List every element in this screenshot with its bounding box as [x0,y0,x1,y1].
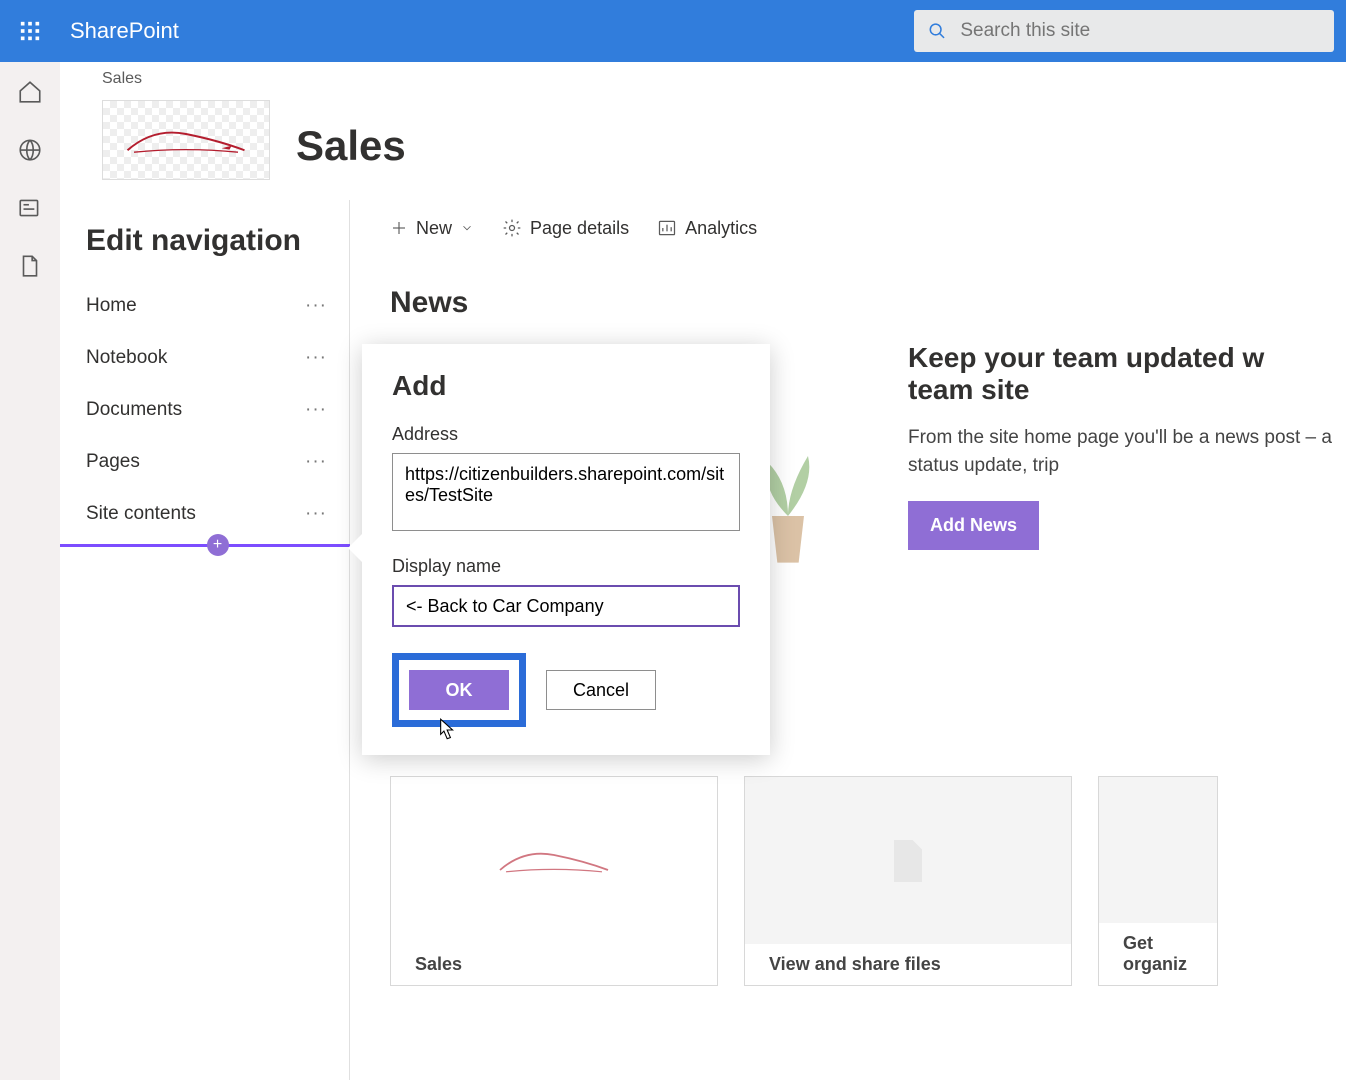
more-icon[interactable]: ··· [305,451,327,473]
suite-header: SharePoint [0,0,1346,62]
nav-item-notebook[interactable]: Notebook ··· [86,332,349,384]
cancel-button[interactable]: Cancel [546,670,656,710]
dialog-caret-icon [348,534,362,562]
file-icon[interactable] [16,252,44,280]
plus-icon [390,219,408,237]
insert-divider[interactable]: + [60,544,375,547]
site-logo[interactable] [102,100,270,180]
car-logo-icon [121,121,251,160]
analytics-label: Analytics [685,218,757,239]
card-label: Get organiz [1099,923,1217,985]
card-thumb [745,777,1071,944]
edit-navigation-title: Edit navigation [86,224,349,258]
quick-links-cards: Sales View and share files Get organiz [390,776,1218,986]
gear-icon [502,218,522,238]
nav-item-label: Pages [86,451,140,473]
chevron-down-icon [460,221,474,235]
nav-item-pages[interactable]: Pages ··· [86,436,349,488]
new-label: New [416,218,452,239]
nav-item-site-contents[interactable]: Site contents ··· [86,488,349,540]
page-content: News Keep your team updated wteam site F… [350,256,1346,350]
page-details-label: Page details [530,218,629,239]
breadcrumb[interactable]: Sales [102,70,142,88]
document-icon [880,833,936,889]
display-name-input[interactable] [392,585,740,627]
ok-highlight-box: OK [392,653,526,727]
ok-button[interactable]: OK [409,670,509,710]
app-rail [0,62,60,1080]
analytics-button[interactable]: Analytics [657,218,757,239]
news-promo-title: Keep your team updated wteam site [908,342,1346,406]
add-news-button[interactable]: Add News [908,501,1039,550]
add-nav-item-icon[interactable]: + [207,534,229,556]
site-title: Sales [296,122,406,170]
search-input[interactable] [960,20,1320,42]
edit-navigation-panel: Edit navigation Home ··· Notebook ··· Docu… [60,200,350,1080]
address-input[interactable] [392,453,740,531]
search-box[interactable] [914,10,1334,52]
new-button[interactable]: New [390,218,474,239]
display-name-label: Display name [392,556,740,577]
site-header: Sales Sales [60,62,1346,200]
card-thumb [1099,777,1217,923]
nav-item-label: Home [86,295,137,317]
card-label: Sales [391,944,717,985]
globe-icon[interactable] [16,136,44,164]
card-thumb [391,777,717,944]
analytics-icon [657,218,677,238]
address-label: Address [392,424,740,445]
news-heading: News [390,286,1306,320]
command-bar: New Page details Analytics [350,200,1346,256]
nav-item-label: Documents [86,399,182,421]
app-launcher-icon[interactable] [12,13,48,49]
add-link-dialog: Add Address Display name OK Cancel [362,344,770,755]
more-icon[interactable]: ··· [305,347,327,369]
search-icon [928,21,946,41]
card-view-share-files[interactable]: View and share files [744,776,1072,986]
news-promo: Keep your team updated wteam site From t… [908,342,1346,550]
dialog-title: Add [392,370,740,402]
more-icon[interactable]: ··· [305,503,327,525]
nav-item-label: Site contents [86,503,196,525]
news-icon[interactable] [16,194,44,222]
card-sales[interactable]: Sales [390,776,718,986]
nav-item-home[interactable]: Home ··· [86,280,349,332]
app-name[interactable]: SharePoint [70,18,179,44]
dialog-buttons: OK Cancel [392,653,740,727]
car-logo-icon [494,841,614,881]
nav-item-label: Notebook [86,347,167,369]
more-icon[interactable]: ··· [305,295,327,317]
search-container [914,10,1334,52]
page-details-button[interactable]: Page details [502,218,629,239]
news-promo-body: From the site home page you'll be a news… [908,424,1346,479]
home-icon[interactable] [16,78,44,106]
more-icon[interactable]: ··· [305,399,327,421]
nav-item-documents[interactable]: Documents ··· [86,384,349,436]
card-get-organized[interactable]: Get organiz [1098,776,1218,986]
card-label: View and share files [745,944,1071,985]
